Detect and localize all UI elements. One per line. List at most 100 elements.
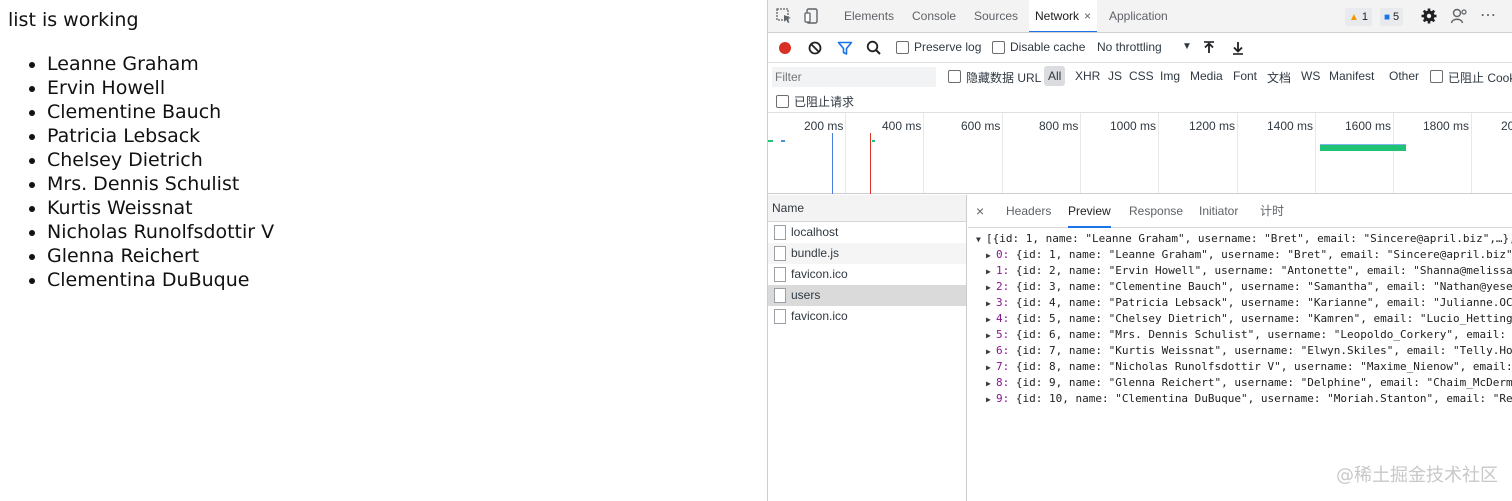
json-item[interactable]: ▶ 9: {id: 10, name: "Clementina DuBuque",… — [976, 391, 1512, 407]
name-column-header[interactable]: Name — [768, 195, 966, 222]
json-summary: {id: 4, name: "Patricia Lebsack", userna… — [1009, 296, 1512, 309]
search-icon[interactable] — [864, 38, 884, 58]
user-list: Leanne Graham Ervin Howell Clementine Ba… — [0, 52, 274, 292]
timeline-label: 20 — [1501, 119, 1512, 133]
tab-headers[interactable]: Headers — [1006, 195, 1051, 228]
tab-response[interactable]: Response — [1129, 195, 1183, 228]
json-index: 7: — [996, 360, 1010, 373]
json-summary: {id: 1, name: "Leanne Graham", username:… — [1009, 248, 1512, 261]
filter-type-css[interactable]: CSS — [1129, 69, 1154, 83]
json-summary: {id: 7, name: "Kurtis Weissnat", usernam… — [1009, 344, 1512, 357]
json-summary: {id: 3, name: "Clementine Bauch", userna… — [1009, 280, 1512, 293]
record-icon[interactable] — [775, 38, 795, 58]
warnings-badge[interactable]: ▲ 1 — [1345, 8, 1373, 26]
json-index: 4: — [996, 312, 1010, 325]
close-icon[interactable]: × — [1084, 9, 1091, 23]
tab-timing[interactable]: 计时 — [1260, 195, 1284, 228]
request-name: favicon.ico — [791, 267, 848, 281]
json-item[interactable]: ▶ 4: {id: 5, name: "Chelsey Dietrich", us… — [976, 311, 1512, 327]
more-options-icon[interactable]: ⋯ — [1480, 7, 1498, 25]
tab-network[interactable]: Network × — [1029, 0, 1098, 32]
collapsed-triangle-icon: ▶ — [986, 315, 991, 324]
close-icon[interactable]: × — [976, 195, 984, 228]
throttling-select[interactable]: No throttling — [1097, 40, 1162, 54]
warning-icon: ▲ — [1349, 12, 1359, 23]
web-page: list is working Leanne Graham Ervin Howe… — [0, 0, 767, 501]
filter-bar: 隐藏数据 URL All XHR JS CSS Img Media Font 文… — [768, 63, 1512, 91]
json-summary: {id: 5, name: "Chelsey Dietrich", userna… — [1009, 312, 1512, 325]
hide-data-urls-checkbox[interactable] — [948, 70, 961, 83]
json-summary: {id: 10, name: "Clementina DuBuque", use… — [1009, 392, 1512, 405]
tab-elements[interactable]: Elements — [844, 0, 894, 32]
clear-icon[interactable] — [805, 38, 825, 58]
tab-sources[interactable]: Sources — [974, 0, 1018, 32]
collapsed-triangle-icon: ▶ — [986, 331, 991, 340]
tab-preview[interactable]: Preview — [1068, 195, 1111, 228]
filter-type-js[interactable]: JS — [1108, 69, 1122, 83]
blocked-cookies-checkbox[interactable] — [1430, 70, 1443, 83]
timeline-gridline — [1237, 113, 1238, 193]
json-item[interactable]: ▶ 8: {id: 9, name: "Glenna Reichert", use… — [976, 375, 1512, 391]
blocked-requests-row: 已阻止请求 — [768, 91, 1512, 112]
json-index: 2: — [996, 280, 1010, 293]
filter-type-doc[interactable]: 文档 — [1267, 69, 1291, 86]
inspect-element-icon[interactable] — [775, 7, 793, 25]
json-item[interactable]: ▶ 0: {id: 1, name: "Leanne Graham", usern… — [976, 247, 1512, 263]
filter-input[interactable] — [772, 67, 936, 87]
json-root[interactable]: ▼ [{id: 1, name: "Leanne Graham", usernam… — [976, 231, 1512, 247]
json-item[interactable]: ▶ 1: {id: 2, name: "Ervin Howell", userna… — [976, 263, 1512, 279]
collapsed-triangle-icon: ▶ — [986, 267, 991, 276]
json-summary: {id: 2, name: "Ervin Howell", username: … — [1009, 264, 1512, 277]
timeline-label: 400 ms — [882, 119, 922, 133]
list-item: Ervin Howell — [47, 76, 274, 100]
export-har-icon[interactable] — [1228, 38, 1248, 58]
list-item: Leanne Graham — [47, 52, 274, 76]
collapsed-triangle-icon: ▶ — [986, 395, 991, 404]
filter-type-media[interactable]: Media — [1190, 69, 1223, 83]
list-item: Mrs. Dennis Schulist — [47, 172, 274, 196]
request-name: users — [791, 288, 821, 302]
timeline-gridline — [1393, 113, 1394, 193]
timeline-request-bar — [1320, 144, 1406, 151]
tab-console[interactable]: Console — [912, 0, 956, 32]
filter-type-xhr[interactable]: XHR — [1075, 69, 1100, 83]
filter-type-manifest[interactable]: Manifest — [1329, 69, 1374, 83]
request-row[interactable]: localhost — [768, 222, 966, 243]
request-row[interactable]: bundle.js — [768, 243, 966, 264]
filter-type-img[interactable]: Img — [1160, 69, 1180, 83]
tab-application[interactable]: Application — [1109, 0, 1168, 32]
network-overview[interactable]: 200 ms 400 ms 600 ms 800 ms 1000 ms 1200… — [768, 112, 1512, 194]
disable-cache-checkbox[interactable] — [992, 41, 1005, 54]
requests-panel: Name localhost bundle.js favicon.ico use… — [768, 195, 967, 501]
filter-type-font[interactable]: Font — [1233, 69, 1257, 83]
request-name: localhost — [791, 225, 839, 239]
tab-initiator[interactable]: Initiator — [1199, 195, 1238, 228]
filter-icon[interactable] — [835, 38, 855, 58]
preserve-log-checkbox[interactable] — [896, 41, 909, 54]
json-item[interactable]: ▶ 2: {id: 3, name: "Clementine Bauch", us… — [976, 279, 1512, 295]
json-item[interactable]: ▶ 5: {id: 6, name: "Mrs. Dennis Schulist"… — [976, 327, 1512, 343]
request-row[interactable]: favicon.ico — [768, 306, 966, 327]
gear-icon[interactable] — [1420, 7, 1438, 25]
device-toolbar-icon[interactable] — [804, 7, 822, 25]
timeline-label: 200 ms — [804, 119, 844, 133]
filter-type-other[interactable]: Other — [1389, 69, 1419, 83]
blocked-requests-checkbox[interactable] — [776, 95, 789, 108]
timeline-gridline — [1158, 113, 1159, 193]
filter-type-all[interactable]: All — [1044, 66, 1066, 86]
list-item: Clementine Bauch — [47, 100, 274, 124]
filter-type-ws[interactable]: WS — [1301, 69, 1320, 83]
list-item: Glenna Reichert — [47, 244, 274, 268]
json-item[interactable]: ▶ 7: {id: 8, name: "Nicholas Runolfsdotti… — [976, 359, 1512, 375]
request-row-selected[interactable]: users — [768, 285, 966, 306]
chevron-down-icon[interactable]: ▼ — [1182, 41, 1192, 52]
customize-icon[interactable] — [1450, 7, 1468, 25]
messages-badge[interactable]: ■ 5 — [1380, 8, 1404, 26]
network-toolbar: Preserve log Disable cache No throttling… — [768, 33, 1512, 63]
file-icon — [774, 288, 786, 303]
detail-tabbar: × Headers Preview Response Initiator 计时 — [968, 195, 1512, 228]
import-har-icon[interactable] — [1199, 38, 1219, 58]
request-row[interactable]: favicon.ico — [768, 264, 966, 285]
json-item[interactable]: ▶ 6: {id: 7, name: "Kurtis Weissnat", use… — [976, 343, 1512, 359]
json-item[interactable]: ▶ 3: {id: 4, name: "Patricia Lebsack", us… — [976, 295, 1512, 311]
